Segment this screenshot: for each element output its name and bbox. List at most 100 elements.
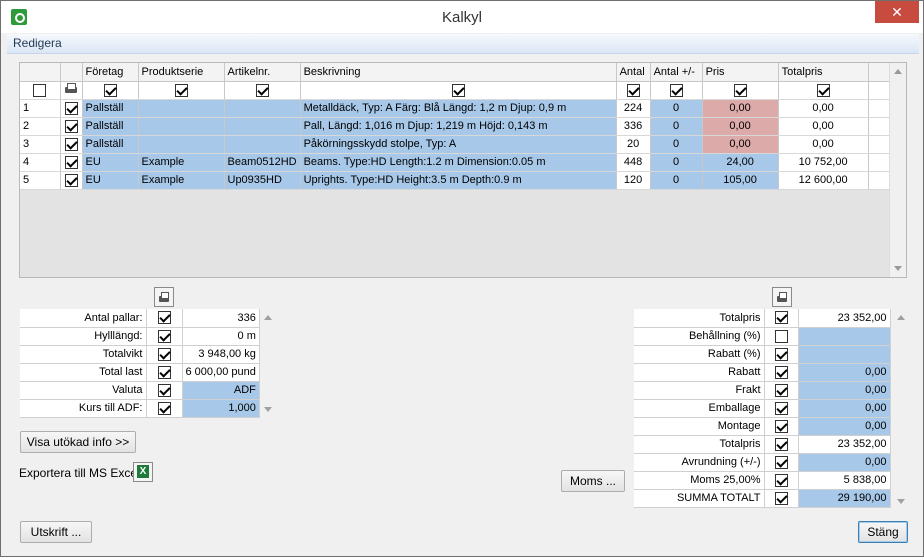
show-antal-diff-checkbox[interactable] — [669, 83, 683, 97]
summary-checkbox[interactable] — [157, 401, 171, 415]
cell-produktserie[interactable]: Example — [138, 171, 225, 190]
table-row[interactable]: 4 EU Example Beam0512HD Beams. Type:HD L… — [20, 153, 901, 172]
summary-checkbox[interactable] — [774, 347, 788, 361]
summary-checkbox[interactable] — [157, 347, 171, 361]
show-foretag-checkbox[interactable] — [103, 83, 117, 97]
excel-icon[interactable] — [133, 462, 153, 482]
row-print-checkbox[interactable] — [64, 173, 78, 187]
scroll-down-arrow-icon[interactable] — [264, 407, 272, 412]
col-header-produktserie[interactable]: Produktserie — [138, 63, 225, 82]
cell-produktserie[interactable] — [138, 135, 225, 154]
cell-foretag[interactable]: EU — [82, 153, 139, 172]
close-button[interactable]: Stäng — [858, 521, 908, 543]
summary-checkbox[interactable] — [774, 455, 788, 469]
summary-checkbox[interactable] — [157, 311, 171, 325]
summary-value-field[interactable] — [798, 345, 891, 364]
left-summary-scroll[interactable] — [263, 315, 273, 415]
scroll-down-arrow-icon[interactable] — [894, 266, 902, 271]
cell-antal-diff[interactable]: 0 — [650, 171, 703, 190]
summary-checkbox[interactable] — [774, 419, 788, 433]
summary-value-field[interactable]: 0,00 — [798, 363, 891, 382]
summary-value-field[interactable] — [798, 327, 891, 346]
print-right-summary-button[interactable] — [772, 287, 792, 307]
summary-checkbox[interactable] — [774, 473, 788, 487]
cell-antal-diff[interactable]: 0 — [650, 153, 703, 172]
exchange-rate-field[interactable]: 1,000 — [182, 399, 260, 418]
col-header-beskrivning[interactable]: Beskrivning — [300, 63, 617, 82]
cell-foretag[interactable]: Pallställ — [82, 117, 139, 136]
row-print-checkbox[interactable] — [64, 119, 78, 133]
show-totalpris-checkbox[interactable] — [816, 83, 830, 97]
table-row[interactable]: 1 Pallställ Metalldäck, Typ: A Färg: Blå… — [20, 99, 901, 118]
summary-value-field[interactable]: 0,00 — [798, 381, 891, 400]
cell-artikelnr[interactable]: Up0935HD — [224, 171, 301, 190]
table-row[interactable]: 2 Pallställ Pall, Längd: 1,016 m Djup: 1… — [20, 117, 901, 136]
show-antal-checkbox[interactable] — [626, 83, 640, 97]
moms-button[interactable]: Moms ... — [561, 470, 625, 492]
cell-artikelnr[interactable] — [224, 117, 301, 136]
summary-checkbox[interactable] — [774, 383, 788, 397]
grid-vertical-scrollbar[interactable] — [889, 63, 906, 277]
summary-checkbox[interactable] — [774, 401, 788, 415]
cell-antal-diff[interactable]: 0 — [650, 135, 703, 154]
summary-value-field[interactable]: 0,00 — [798, 417, 891, 436]
select-all-checkbox[interactable] — [33, 83, 47, 97]
show-beskrivning-checkbox[interactable] — [451, 83, 465, 97]
currency-field[interactable]: ADF — [182, 381, 260, 400]
right-summary-scroll[interactable] — [896, 315, 906, 507]
summary-checkbox[interactable] — [157, 383, 171, 397]
col-header-artikelnr[interactable]: Artikelnr. — [224, 63, 301, 82]
summary-value-field[interactable]: 0,00 — [798, 399, 891, 418]
col-header-totalpris[interactable]: Totalpris — [778, 63, 869, 82]
cell-beskrivning[interactable]: Beams. Type:HD Length:1.2 m Dimension:0.… — [300, 153, 617, 172]
show-artikelnr-checkbox[interactable] — [255, 83, 269, 97]
cell-foretag[interactable]: EU — [82, 171, 139, 190]
col-header-antal-diff[interactable]: Antal +/- — [650, 63, 703, 82]
cell-pris[interactable]: 0,00 — [702, 99, 779, 118]
close-window-button[interactable]: ✕ — [875, 1, 919, 23]
summary-checkbox[interactable] — [157, 329, 171, 343]
scroll-up-arrow-icon[interactable] — [264, 315, 272, 320]
cell-pris[interactable]: 0,00 — [702, 117, 779, 136]
scroll-up-arrow-icon[interactable] — [897, 315, 905, 320]
cell-beskrivning[interactable]: Metalldäck, Typ: A Färg: Blå Längd: 1,2 … — [300, 99, 617, 118]
cell-pris[interactable]: 0,00 — [702, 135, 779, 154]
cell-produktserie[interactable] — [138, 117, 225, 136]
scroll-up-arrow-icon[interactable] — [894, 69, 902, 74]
summary-value-field[interactable]: 0,00 — [798, 453, 891, 472]
cell-pris[interactable]: 105,00 — [702, 171, 779, 190]
cell-antal-diff[interactable]: 0 — [650, 99, 703, 118]
cell-pris[interactable]: 24,00 — [702, 153, 779, 172]
show-extended-info-button[interactable]: Visa utökad info >> — [20, 431, 136, 453]
row-print-checkbox[interactable] — [64, 101, 78, 115]
print-left-summary-button[interactable] — [154, 287, 174, 307]
row-print-checkbox[interactable] — [64, 137, 78, 151]
table-row[interactable]: 3 Pallställ Påkörningsskydd stolpe, Typ:… — [20, 135, 901, 154]
cell-foretag[interactable]: Pallställ — [82, 99, 139, 118]
cell-produktserie[interactable]: Example — [138, 153, 225, 172]
table-row[interactable]: 5 EU Example Up0935HD Uprights. Type:HD … — [20, 171, 901, 190]
show-produktserie-checkbox[interactable] — [174, 83, 188, 97]
row-print-checkbox[interactable] — [64, 155, 78, 169]
menu-redigera[interactable]: Redigera — [13, 36, 62, 50]
summary-checkbox[interactable] — [157, 365, 171, 379]
print-button[interactable]: Utskrift ... — [20, 521, 92, 543]
summary-checkbox[interactable] — [774, 329, 788, 343]
col-header-antal[interactable]: Antal — [616, 63, 651, 82]
scroll-down-arrow-icon[interactable] — [897, 499, 905, 504]
cell-foretag[interactable]: Pallställ — [82, 135, 139, 154]
cell-beskrivning[interactable]: Uprights. Type:HD Height:3.5 m Depth:0.9… — [300, 171, 617, 190]
summary-checkbox[interactable] — [774, 311, 788, 325]
summary-checkbox[interactable] — [774, 437, 788, 451]
cell-artikelnr[interactable] — [224, 135, 301, 154]
cell-artikelnr[interactable]: Beam0512HD — [224, 153, 301, 172]
show-pris-checkbox[interactable] — [733, 83, 747, 97]
col-header-foretag[interactable]: Företag — [82, 63, 139, 82]
cell-produktserie[interactable] — [138, 99, 225, 118]
summary-checkbox[interactable] — [774, 365, 788, 379]
cell-beskrivning[interactable]: Pall, Längd: 1,016 m Djup: 1,219 m Höjd:… — [300, 117, 617, 136]
cell-antal-diff[interactable]: 0 — [650, 117, 703, 136]
cell-artikelnr[interactable] — [224, 99, 301, 118]
cell-beskrivning[interactable]: Påkörningsskydd stolpe, Typ: A — [300, 135, 617, 154]
summary-checkbox[interactable] — [774, 491, 788, 505]
